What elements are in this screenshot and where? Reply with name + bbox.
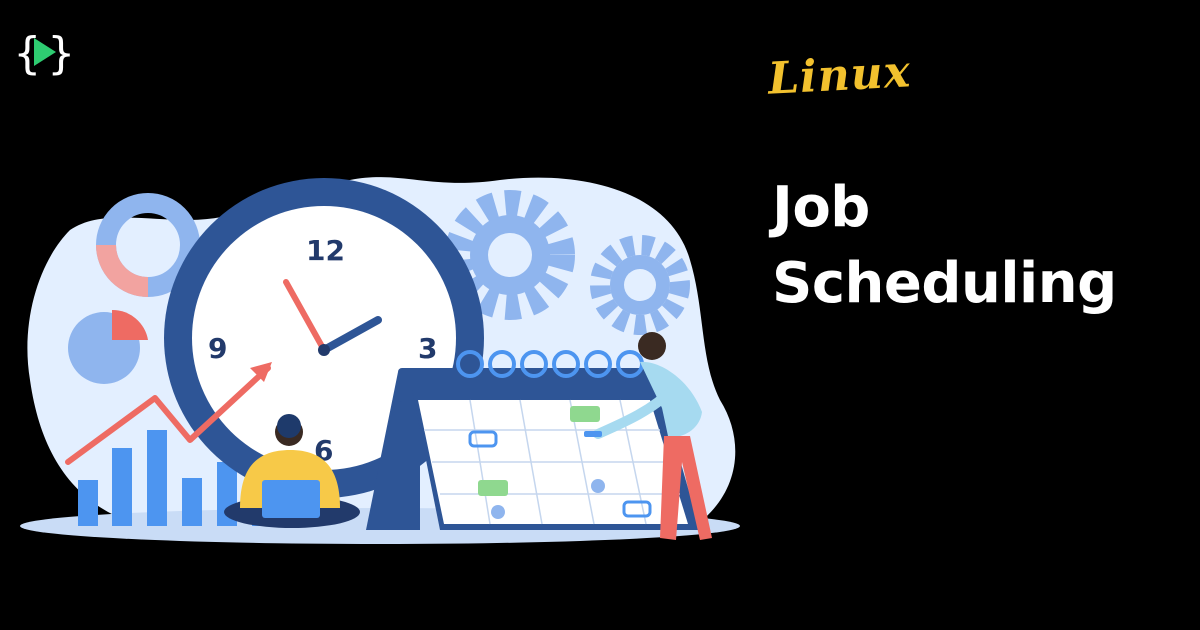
title-line-1: Job [772, 175, 870, 240]
code-play-icon: { } [14, 28, 74, 79]
scheduling-illustration: 12 3 6 9 [20, 177, 740, 544]
linux-tag: Linux [766, 46, 913, 105]
clock-number-3: 3 [418, 332, 437, 365]
page-title: Job Scheduling [772, 170, 1117, 322]
clock-number-9: 9 [208, 332, 227, 365]
clock-number-12: 12 [306, 234, 345, 267]
title-line-2: Scheduling [772, 251, 1117, 316]
